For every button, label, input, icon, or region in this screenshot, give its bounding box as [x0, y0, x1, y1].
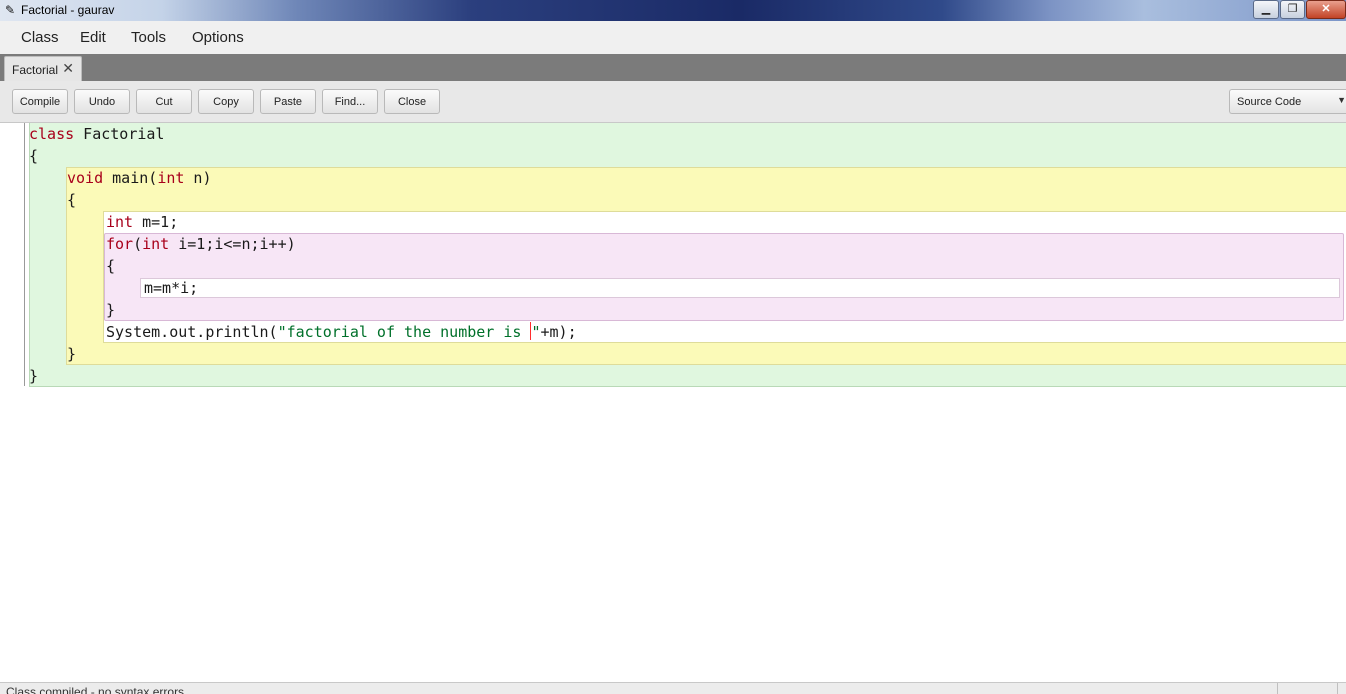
code-line-5[interactable]: int m=1; [106, 212, 178, 232]
code-text: { [29, 147, 39, 165]
cut-button[interactable]: Cut [136, 89, 192, 114]
code-text: } [67, 345, 77, 363]
window-controls: ▁ ❐ ✕ [1252, 0, 1346, 19]
find-button[interactable]: Find... [322, 89, 378, 114]
keyword: for [106, 235, 134, 253]
maximize-button[interactable]: ❐ [1280, 0, 1305, 19]
status-divider [1277, 683, 1278, 694]
code-line-1[interactable]: class Factorial [29, 124, 164, 144]
minimize-button[interactable]: ▁ [1253, 0, 1279, 19]
status-bar: Class compiled - no syntax errors [0, 682, 1346, 694]
status-divider [1337, 683, 1338, 694]
code-text: } [106, 301, 116, 319]
editor-gutter-line [24, 123, 25, 386]
code-line-2[interactable]: { [29, 146, 38, 166]
tab-factorial[interactable]: Factorial ✕ [4, 56, 82, 81]
menu-bar: Class Edit Tools Options [0, 21, 1346, 55]
menu-options[interactable]: Options [192, 29, 244, 47]
paste-button[interactable]: Paste [260, 89, 316, 114]
editor-tab-strip: Factorial ✕ [0, 54, 1346, 81]
code-line-8[interactable]: m=m*i; [144, 278, 198, 298]
keyword: void [67, 169, 104, 187]
code-editor[interactable]: class Factorial { void main(int n) { int… [0, 123, 1346, 682]
menu-edit[interactable]: Edit [80, 29, 106, 47]
window-title: Factorial - gaurav [21, 3, 115, 17]
code-text: main( [103, 169, 158, 187]
code-text: System.out.println( [106, 323, 278, 341]
code-line-10[interactable]: System.out.println("factorial of the num… [106, 322, 577, 342]
keyword: class [29, 125, 75, 143]
bluej-app-icon: ✎ [4, 3, 16, 17]
code-text: +m); [540, 323, 577, 341]
code-text: ( [133, 235, 143, 253]
editor-toolbar: Compile Undo Cut Copy Paste Find... Clos… [0, 81, 1346, 123]
copy-button[interactable]: Copy [198, 89, 254, 114]
loop-body-highlight [140, 278, 1340, 298]
string-literal: "factorial of the number is [277, 323, 531, 341]
tab-close-icon[interactable]: ✕ [62, 61, 74, 76]
window-close-button[interactable]: ✕ [1306, 0, 1346, 19]
view-mode-label: Source Code [1237, 96, 1302, 108]
code-line-7[interactable]: { [106, 256, 115, 276]
code-text: m=m*i; [144, 279, 199, 297]
code-text: Factorial [74, 125, 165, 143]
keyword: int [106, 213, 134, 231]
window-titlebar: ✎ Factorial - gaurav ▁ ❐ ✕ [0, 0, 1346, 21]
compile-button[interactable]: Compile [12, 89, 68, 114]
keyword: int [142, 235, 170, 253]
code-text: m=1; [133, 213, 179, 231]
string-literal: " [531, 323, 541, 341]
code-text: { [67, 191, 77, 209]
code-text: } [29, 367, 39, 385]
code-text: n) [184, 169, 212, 187]
menu-class[interactable]: Class [21, 29, 59, 47]
code-text: i=1;i<=n;i++) [169, 235, 296, 253]
code-line-4[interactable]: { [67, 190, 76, 210]
code-line-6[interactable]: for(int i=1;i<=n;i++) [106, 234, 296, 254]
view-mode-select[interactable]: Source Code ▼ [1229, 89, 1346, 114]
code-text: { [106, 257, 116, 275]
code-line-3[interactable]: void main(int n) [67, 168, 212, 188]
tab-label: Factorial [12, 63, 59, 77]
code-line-12[interactable]: } [29, 366, 38, 386]
code-line-11[interactable]: } [67, 344, 76, 364]
keyword: int [157, 169, 185, 187]
undo-button[interactable]: Undo [74, 89, 130, 114]
menu-tools[interactable]: Tools [131, 29, 166, 47]
chevron-down-icon: ▼ [1337, 95, 1346, 105]
code-line-9[interactable]: } [106, 300, 115, 320]
close-button[interactable]: Close [384, 89, 440, 114]
